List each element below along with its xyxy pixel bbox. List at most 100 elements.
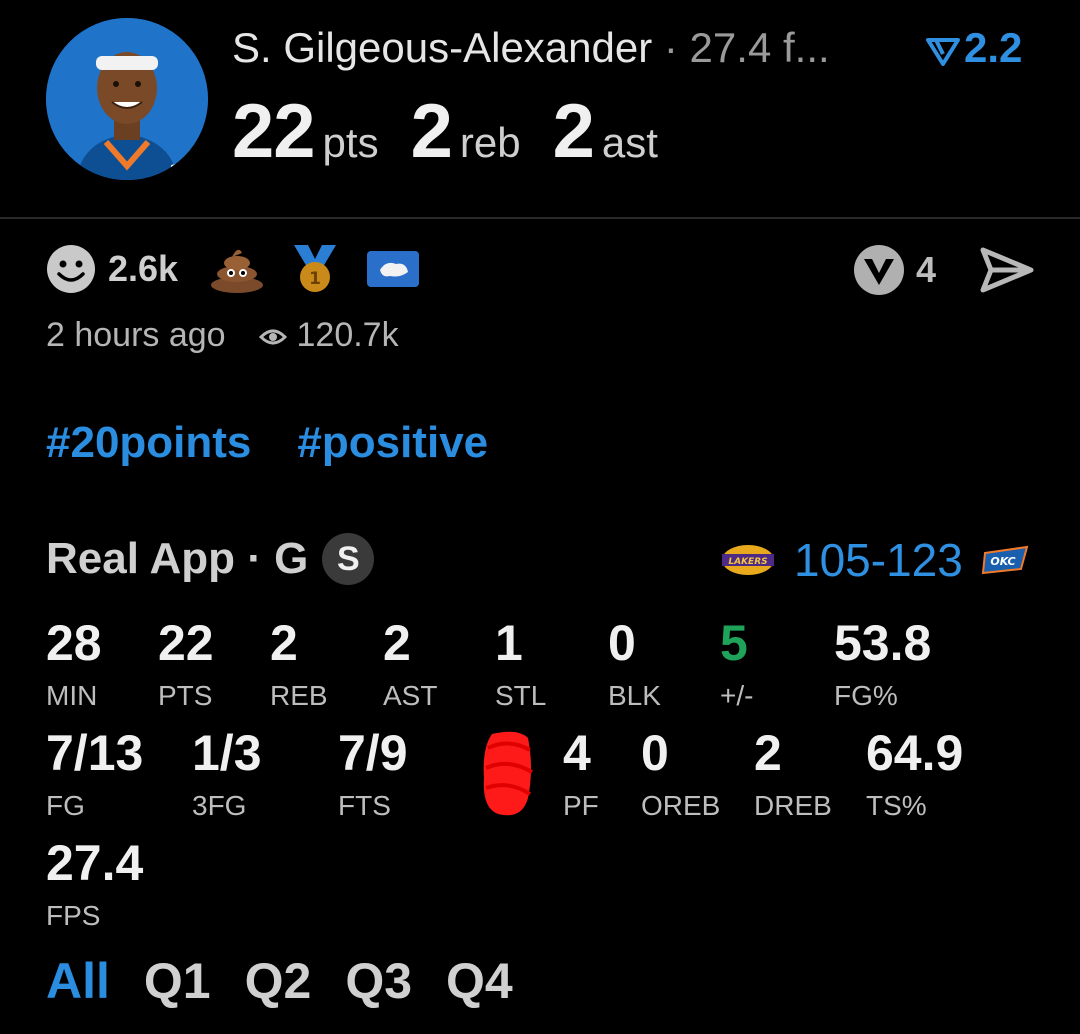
stat-reb: 2 REB [270, 618, 328, 712]
stat-3fg: 1/3 3FG [192, 728, 262, 822]
stat-dreb: 2 DREB [754, 728, 832, 822]
stat-value: 28 [46, 615, 102, 671]
stat-value: 53.8 [834, 615, 932, 671]
stat-fg: 7/13 FG [46, 728, 143, 822]
okc-team-logo: OKC [981, 545, 1029, 575]
post-meta: 2 hours ago 120.7k [46, 316, 399, 355]
stat-label: FPS [46, 900, 101, 931]
svg-text:1: 1 [309, 269, 321, 289]
stat-value: 2 [270, 615, 298, 671]
stat-value: 2 [754, 725, 782, 781]
repost-icon[interactable] [852, 243, 906, 297]
medal-reaction-icon[interactable]: 1 [290, 243, 340, 295]
stat-pts: 22 PTS [158, 618, 214, 712]
eye-icon [258, 329, 288, 345]
svg-text:LAKERS: LAKERS [728, 557, 767, 567]
boost-icon [926, 37, 960, 66]
headline-reb: 2 [410, 89, 453, 174]
stat-ts-pct: 64.9 TS% [866, 728, 963, 822]
score-value: 105-123 [794, 534, 963, 586]
tab-q2[interactable]: Q2 [245, 953, 312, 1009]
stat-value: 0 [608, 615, 636, 671]
flag-reaction-icon[interactable] [366, 250, 420, 288]
redaction-scribble [483, 731, 534, 816]
lakers-logo: LAKERS [722, 545, 774, 575]
stat-label: PF [563, 790, 599, 821]
game-score[interactable]: LAKERS 105-123 OKC [720, 533, 1029, 587]
svg-text:OKC: OKC [180, 165, 201, 175]
stat-value: 7/13 [46, 725, 144, 781]
tab-q1[interactable]: Q1 [144, 953, 211, 1009]
source-label: Real App · G [46, 534, 309, 583]
stat-stl: 1 STL [495, 618, 546, 712]
stat-pf: 4 PF [563, 728, 599, 822]
player-avatar[interactable]: OKC [46, 18, 208, 180]
player-name: S. Gilgeous-Alexander [232, 24, 653, 71]
stat-label: FG [46, 790, 85, 821]
repost-count: 4 [916, 249, 937, 290]
tab-q3[interactable]: Q3 [345, 953, 412, 1009]
game-source: Real App · G S [46, 533, 375, 585]
stat-label: TS% [866, 790, 927, 821]
stat-value: 2 [383, 615, 411, 671]
player-photo-icon: OKC [46, 18, 208, 180]
player-name-line[interactable]: S. Gilgeous-Alexander · 27.4 f... [232, 24, 830, 72]
stat-oreb: 0 OREB [641, 728, 720, 822]
stat-value: 1/3 [192, 725, 262, 781]
svg-text:OKC: OKC [990, 555, 1015, 568]
stat-blk: 0 BLK [608, 618, 661, 712]
stat-value: 1 [495, 615, 523, 671]
headline-reb-unit: reb [459, 119, 521, 166]
tab-all[interactable]: All [46, 953, 110, 1009]
view-count: 120.7k [296, 316, 399, 354]
headline-ast-unit: ast [601, 119, 658, 166]
smiley-reaction-count: 2.6k [108, 248, 179, 289]
headline-ast: 2 [552, 89, 595, 174]
stat-label: +/- [720, 680, 754, 711]
send-icon[interactable] [980, 247, 1034, 293]
stat-label: BLK [608, 680, 661, 711]
stat-fts: 7/9 FTS [338, 728, 408, 822]
stat-value: 4 [563, 725, 591, 781]
stat-min: 28 MIN [46, 618, 102, 712]
stat-label: FTS [338, 790, 391, 821]
stat-label: REB [270, 680, 328, 711]
stat-fg-pct: 53.8 FG% [834, 618, 931, 712]
stat-ast: 2 AST [383, 618, 437, 712]
reactions-bar: 2.6k 1 [46, 245, 420, 293]
stat-value: 0 [641, 725, 669, 781]
hashtag-positive[interactable]: #positive [297, 418, 488, 467]
headline-pts: 22 [232, 89, 316, 174]
stat-plus-minus: 5 +/- [720, 618, 753, 712]
hashtags: #20points #positive [46, 418, 534, 468]
stat-value: 22 [158, 615, 214, 671]
headline-pts-unit: pts [322, 119, 379, 166]
boost-value: 2.2 [964, 24, 1023, 71]
stat-label: AST [383, 680, 438, 711]
poop-reaction-icon[interactable] [208, 245, 266, 293]
stat-fps: 27.4 FPS [46, 838, 143, 932]
view-count-wrap: 120.7k [258, 316, 399, 354]
stat-value: 64.9 [866, 725, 964, 781]
tab-q4[interactable]: Q4 [446, 953, 513, 1009]
source-badge[interactable]: S [322, 533, 375, 585]
post-actions: 4 [852, 243, 1034, 297]
stat-label: FG% [834, 680, 898, 711]
smiley-reaction-icon[interactable] [46, 244, 96, 294]
hashtag-20points[interactable]: #20points [46, 418, 251, 467]
boost-indicator[interactable]: 2.2 [926, 24, 1022, 72]
stat-value: 27.4 [46, 835, 144, 891]
stat-value: 7/9 [338, 725, 408, 781]
fantasy-points-summary: · 27.4 f... [663, 24, 830, 71]
headline-statline: 22 pts 2 reb 2 ast [232, 88, 690, 175]
stat-label: DREB [754, 790, 832, 821]
header-divider [0, 217, 1080, 219]
stat-label: STL [495, 680, 547, 711]
stat-label: OREB [641, 790, 721, 821]
stat-label: 3FG [192, 790, 247, 821]
stat-value: 5 [720, 615, 748, 671]
post-time: 2 hours ago [46, 316, 226, 354]
stat-label: PTS [158, 680, 213, 711]
stat-label: MIN [46, 680, 98, 711]
quarter-tabs: All Q1 Q2 Q3 Q4 [46, 952, 547, 1010]
